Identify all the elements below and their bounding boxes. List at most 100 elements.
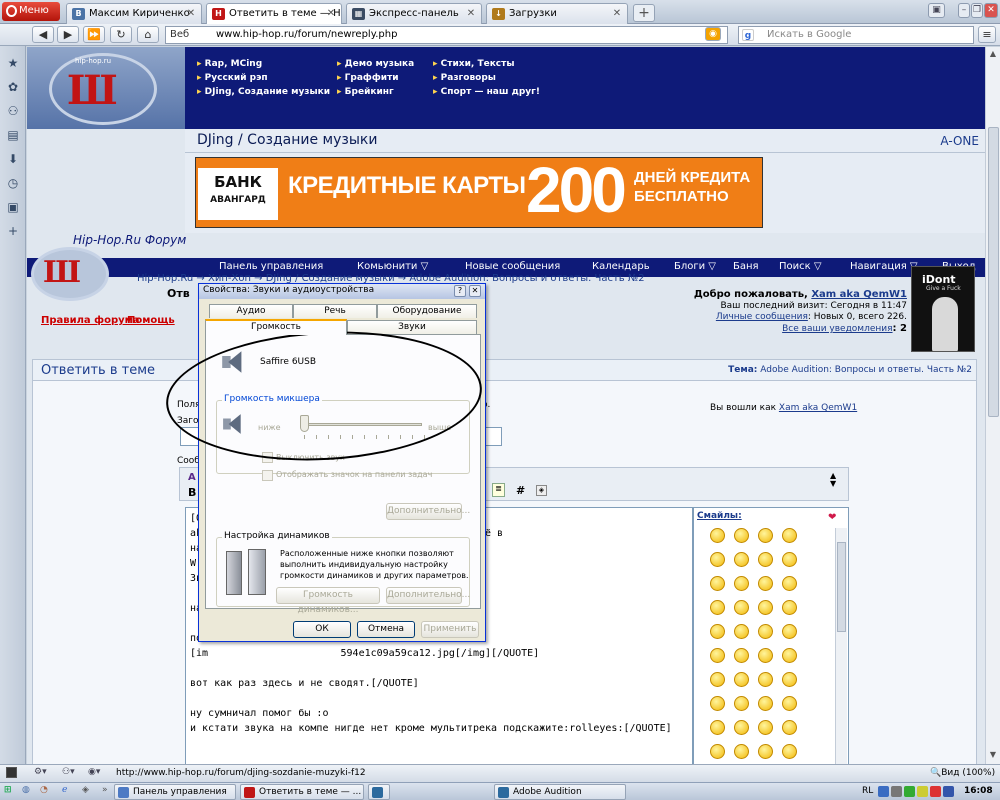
fast-forward-button[interactable]: ⏩ (83, 26, 105, 43)
close-icon[interactable]: ✕ (611, 8, 623, 20)
font-icon[interactable]: A (188, 472, 196, 483)
smiley-icon[interactable] (758, 528, 773, 543)
bookmarks-icon[interactable]: ★ (6, 56, 20, 70)
smiley-icon[interactable] (782, 744, 797, 759)
smiley-icon[interactable] (710, 528, 725, 543)
tray-icon[interactable] (891, 786, 902, 797)
avatar[interactable]: iDont Give a Fuck (911, 266, 975, 352)
smiley-icon[interactable] (734, 720, 749, 735)
bold-button[interactable]: B (188, 486, 196, 499)
notifications-link[interactable]: Все ваши уведомления (782, 324, 892, 334)
smiley-icon[interactable] (758, 576, 773, 591)
menu-new-posts[interactable]: Новые сообщения (465, 261, 560, 272)
smiley-icon[interactable] (710, 552, 725, 567)
nav-lyrics[interactable]: Стихи, Тексты (433, 59, 515, 69)
smiley-icon[interactable] (734, 528, 749, 543)
forum-logo[interactable]: Ш (27, 239, 122, 317)
smiley-icon[interactable] (758, 600, 773, 615)
taskbar-icon-checkbox[interactable] (262, 470, 273, 481)
menu-search[interactable]: Поиск ▽ (779, 261, 822, 272)
smiley-icon[interactable] (758, 672, 773, 687)
close-icon[interactable]: ✕ (185, 8, 197, 20)
scroll-up-icon[interactable]: ▲ (988, 49, 998, 59)
smiley-icon[interactable] (734, 672, 749, 687)
smiley-icon[interactable] (782, 696, 797, 711)
menu-banya[interactable]: Баня (733, 261, 759, 272)
private-messages-link[interactable]: Личные сообщения (716, 312, 808, 322)
smiley-icon[interactable] (758, 624, 773, 639)
speaker-volume-button[interactable]: Громкость динамиков... (276, 587, 380, 615)
view-icon[interactable]: ◉▾ (88, 767, 100, 777)
restore-button[interactable]: ❐ (971, 3, 983, 18)
advanced-button[interactable]: Дополнительно... (386, 503, 470, 520)
volume-slider-track[interactable] (302, 423, 422, 426)
taskbar-item[interactable]: Панель управления (114, 784, 236, 800)
apply-button[interactable]: Применить (421, 621, 479, 638)
smiley-icon[interactable] (710, 672, 725, 687)
widgets-icon[interactable]: ✿ (6, 80, 20, 94)
opera-menu-button[interactable]: Меню (2, 2, 60, 21)
tab-hardware[interactable]: Оборудование (377, 304, 477, 318)
site-logo[interactable]: hip-hop.ru Ш (27, 47, 185, 129)
nav-russian-rap[interactable]: Русский рэп (197, 73, 268, 83)
tab-audio[interactable]: Аудио (209, 304, 293, 318)
resize-icon[interactable]: ▲ ▼ (830, 472, 836, 488)
username-link[interactable]: Xam aka QemW1 (811, 289, 907, 300)
nav-djing[interactable]: DJing, Создание музыки (197, 87, 330, 97)
smilies-label[interactable]: Смайлы: (697, 511, 742, 521)
close-icon[interactable]: ✕ (465, 8, 477, 20)
new-tab-button[interactable]: + (633, 4, 655, 22)
smiley-icon[interactable] (710, 624, 725, 639)
section-tag[interactable]: A-ONE (940, 134, 979, 148)
tab-sounds[interactable]: Звуки (347, 320, 477, 334)
menu-community[interactable]: Комьюнити ▽ (357, 261, 428, 272)
address-field[interactable]: Веб www.hip-hop.ru/forum/newreply.php (165, 26, 728, 44)
tray-icon[interactable] (904, 786, 915, 797)
tray-icon[interactable] (878, 786, 889, 797)
panel-toggle-icon[interactable] (6, 767, 17, 778)
taskbar-item[interactable]: Ответить в теме — ... (240, 784, 364, 800)
downloads-panel-icon[interactable]: ⬇ (6, 152, 20, 166)
nav-demo[interactable]: Демо музыка (337, 59, 415, 69)
smiley-icon[interactable] (710, 696, 725, 711)
close-icon[interactable]: ✕ (325, 8, 337, 20)
panel-icon[interactable]: ▣ (6, 200, 20, 214)
heart-icon[interactable]: ❤ (828, 512, 836, 523)
nav-rap[interactable]: Rap, MCing (197, 59, 263, 69)
notes-icon[interactable]: ▤ (6, 128, 20, 142)
menu-control-panel[interactable]: Панель управления (219, 261, 323, 272)
tray-icon[interactable] (943, 786, 954, 797)
smiley-icon[interactable] (782, 648, 797, 663)
ad-banner[interactable]: БАНК АВАНГАРД КРЕДИТНЫЕ КАРТЫ 200 ДНЕЙ К… (195, 157, 763, 228)
tab-speed-dial[interactable]: ▦ Экспресс-панель ✕ (346, 3, 482, 24)
smiley-icon[interactable] (782, 576, 797, 591)
advanced-speakers-button[interactable]: Дополнительно... (386, 587, 470, 604)
toolbar-menu-icon[interactable]: ≡ (978, 26, 996, 43)
tray-icon[interactable] (917, 786, 928, 797)
turbo-icon[interactable]: ⚇▾ (62, 767, 75, 777)
tray-icon[interactable] (930, 786, 941, 797)
expand-icon[interactable]: » (102, 785, 108, 795)
nav-breaking[interactable]: Брейкинг (337, 87, 394, 97)
smiley-icon[interactable] (710, 720, 725, 735)
smiley-icon[interactable] (710, 744, 725, 759)
volume-slider-thumb[interactable] (300, 415, 309, 432)
smiley-icon[interactable] (734, 552, 749, 567)
menu-blogs[interactable]: Блоги ▽ (674, 261, 716, 272)
smiley-icon[interactable] (782, 552, 797, 567)
quicklaunch-icon[interactable]: ◍ (22, 785, 30, 795)
quicklaunch-icon[interactable]: ◈ (82, 785, 89, 795)
tab-hiphop[interactable]: H Ответить в теме — Hip... ✕ (206, 3, 342, 25)
smiley-icon[interactable] (782, 624, 797, 639)
smiley-icon[interactable] (782, 528, 797, 543)
help-link[interactable]: Помощь (127, 315, 175, 326)
back-button[interactable]: ◀ (32, 26, 54, 43)
close-icon[interactable]: ✕ (469, 285, 481, 297)
taskbar-item[interactable] (368, 784, 390, 800)
smiley-icon[interactable] (734, 744, 749, 759)
taskbar-item[interactable]: Adobe Audition (494, 784, 626, 800)
quicklaunch-icon[interactable]: ◔ (40, 785, 48, 795)
forum-rules-link[interactable]: Правила форума (41, 315, 140, 326)
home-button[interactable]: ⌂ (137, 26, 159, 43)
start-icon[interactable]: ⊞ (4, 785, 12, 795)
